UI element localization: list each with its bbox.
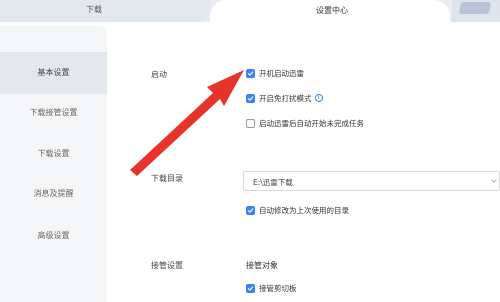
sidebar-item-advanced[interactable]: 高级设置 <box>0 215 107 257</box>
option-label: 开机启动迅雷 <box>259 68 304 78</box>
sidebar-item-label: 下载接管设置 <box>29 108 78 117</box>
sidebar-item-basic-settings[interactable]: 基本设置 <box>0 52 107 94</box>
check-icon <box>247 95 254 101</box>
sidebar-item-label: 下载设置 <box>37 149 70 158</box>
download-dir-section-label: 下载目录 <box>151 174 183 183</box>
window-control-button[interactable] <box>458 2 492 14</box>
sidebar-item-label: 消息及提醒 <box>33 189 74 198</box>
checkbox[interactable] <box>246 283 255 293</box>
chevron-down-icon <box>491 179 497 183</box>
tab-download[interactable]: 下载 <box>0 0 210 22</box>
tab-bar: 下载 设置中心 <box>0 0 500 26</box>
download-dir-select[interactable]: E:\迅雷下载 <box>243 171 500 191</box>
option-label: 开启免打扰模式 <box>259 93 312 103</box>
sidebar-item-download-settings[interactable]: 下载设置 <box>0 133 107 175</box>
tab-settings[interactable]: 设置中心 <box>210 0 450 26</box>
startup-option-auto-resume[interactable]: 启动迅雷后自动开始未完成任务 <box>246 116 364 130</box>
sidebar-item-label: 高级设置 <box>37 231 70 240</box>
tab-settings-label: 设置中心 <box>316 6 348 15</box>
option-label: 启动迅雷后自动开始未完成任务 <box>259 118 364 128</box>
startup-option-no-disturb[interactable]: 开启免打扰模式 i <box>246 91 323 105</box>
checkbox[interactable] <box>246 205 255 215</box>
option-label: 接管剪切板 <box>259 283 297 293</box>
tab-download-label: 下载 <box>86 5 102 14</box>
check-icon <box>247 285 254 291</box>
download-dir-auto-change[interactable]: 自动修改为上次使用的目录 <box>246 203 349 217</box>
checkbox[interactable] <box>246 118 255 128</box>
settings-sidebar: 基本设置 下载接管设置 下载设置 消息及提醒 高级设置 <box>0 26 107 302</box>
startup-option-autostart[interactable]: 开机启动迅雷 <box>246 66 304 80</box>
takeover-clipboard-option[interactable]: 接管剪切板 <box>246 281 297 295</box>
check-icon <box>247 70 254 76</box>
checkbox[interactable] <box>246 68 255 78</box>
download-dir-value: E:\迅雷下载 <box>253 178 293 187</box>
startup-section-label: 启动 <box>151 70 167 79</box>
sidebar-item-label: 基本设置 <box>37 68 70 77</box>
sidebar-item-messages[interactable]: 消息及提醒 <box>0 173 107 215</box>
sidebar-item-download-takeover[interactable]: 下载接管设置 <box>0 92 107 134</box>
option-label: 自动修改为上次使用的目录 <box>259 205 349 215</box>
check-icon <box>247 207 254 213</box>
takeover-target-label: 接管对象 <box>246 261 278 270</box>
checkbox[interactable] <box>246 93 255 103</box>
takeover-section-label: 接管设置 <box>151 261 183 270</box>
info-icon[interactable]: i <box>314 94 323 102</box>
